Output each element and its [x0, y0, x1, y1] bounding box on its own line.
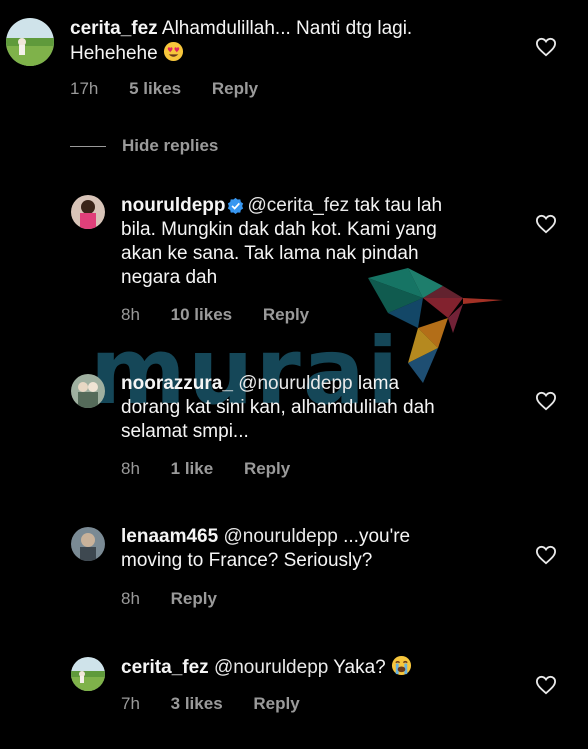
comment-text: tak tau lah — [354, 195, 443, 216]
reply-button[interactable]: Reply — [263, 305, 309, 324]
comment-time: 17h — [70, 79, 99, 98]
crying-emoji-icon — [391, 655, 412, 676]
avatar[interactable] — [71, 527, 105, 561]
mention-link[interactable]: @nouruldepp — [214, 657, 328, 678]
mention-link[interactable]: @nouruldepp — [223, 526, 337, 547]
comment-text: ...you're — [343, 526, 411, 547]
comment-text: negara dah — [121, 267, 218, 288]
avatar[interactable] — [71, 195, 105, 229]
username[interactable]: lenaam465 — [121, 526, 218, 547]
username[interactable]: noorazzura_ — [121, 373, 233, 394]
avatar-image — [71, 195, 105, 229]
verified-badge-icon — [228, 197, 244, 214]
comment-time: 8h — [121, 459, 140, 478]
comment-text: moving to France? Seriously? — [121, 550, 373, 571]
avatar-image — [71, 657, 105, 691]
avatar-image — [6, 18, 54, 66]
likes-count[interactable]: 5 likes — [129, 79, 181, 98]
like-heart-icon[interactable] — [535, 545, 557, 565]
comment-text: Yaka? — [333, 657, 386, 678]
mention-link[interactable]: @nouruldepp — [238, 373, 352, 394]
hide-replies-label: Hide replies — [122, 136, 219, 155]
reply-button[interactable]: Reply — [171, 589, 217, 608]
username[interactable]: cerita_fez — [121, 657, 209, 678]
reply-button[interactable]: Reply — [212, 79, 258, 98]
avatar[interactable] — [6, 18, 54, 66]
avatar-image — [71, 374, 105, 408]
heart-eyes-emoji-icon — [163, 41, 184, 62]
likes-count[interactable]: 3 likes — [171, 694, 223, 713]
avatar-image — [71, 527, 105, 561]
like-heart-icon[interactable] — [535, 675, 557, 695]
comment-text: Hehehehe — [70, 43, 158, 64]
like-heart-icon[interactable] — [535, 391, 557, 411]
comment-text: selamat smpi... — [121, 421, 249, 442]
comment-time: 7h — [121, 694, 140, 713]
divider — [70, 145, 106, 147]
comment-text: akan ke sana. Tak lama nak pindah — [121, 243, 419, 264]
mention-link[interactable]: @cerita_fez — [247, 195, 349, 216]
likes-count[interactable]: 1 like — [171, 459, 214, 478]
avatar[interactable] — [71, 657, 105, 691]
username[interactable]: cerita_fez — [70, 18, 158, 39]
username[interactable]: nouruldepp — [121, 195, 225, 216]
avatar[interactable] — [71, 374, 105, 408]
comment-time: 8h — [121, 589, 140, 608]
likes-count[interactable]: 10 likes — [171, 305, 232, 324]
comment-time: 8h — [121, 305, 140, 324]
comment-text: Alhamdulillah... Nanti dtg lagi. — [161, 18, 413, 39]
reply-button[interactable]: Reply — [244, 459, 290, 478]
comment-text: bila. Mungkin dak dah kot. Kami yang — [121, 219, 437, 240]
hide-replies-button[interactable]: Hide replies — [70, 134, 218, 158]
reply-button[interactable]: Reply — [253, 694, 299, 713]
like-heart-icon[interactable] — [535, 214, 557, 234]
like-heart-icon[interactable] — [535, 37, 557, 57]
comment-text: dorang kat sini kan, alhamdulilah dah — [121, 397, 435, 418]
comment-text: lama — [357, 373, 400, 394]
